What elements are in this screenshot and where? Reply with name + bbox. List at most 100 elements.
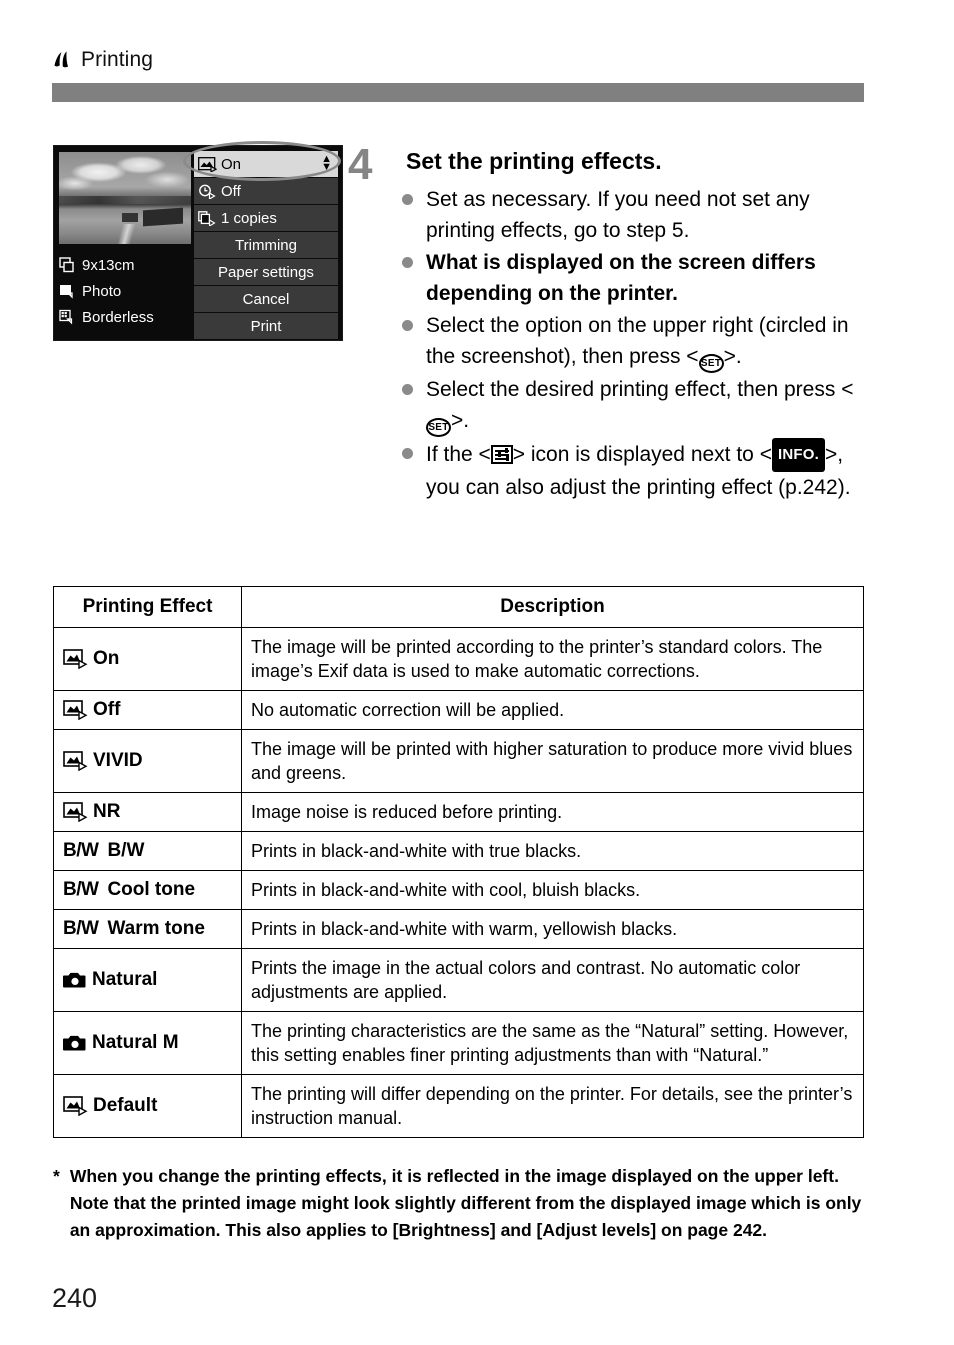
photo-effect-icon bbox=[63, 751, 88, 771]
lcd-menu-item-copies-label: 1 copies bbox=[221, 209, 277, 227]
bullet-text-part: >. bbox=[451, 409, 470, 432]
lcd-menu-item-paper-settings-label: Paper settings bbox=[218, 263, 314, 281]
bullet-dot-icon bbox=[402, 384, 413, 395]
bullet-text-part: Select the desired printing effect, then… bbox=[426, 378, 854, 401]
bullet-text: Set as necessary. If you need not set an… bbox=[426, 188, 810, 242]
effect-label: VIVID bbox=[93, 750, 143, 771]
bullet-item: Select the option on the upper right (ci… bbox=[402, 310, 868, 373]
lcd-layout-label: Borderless bbox=[82, 308, 154, 326]
footnote: * When you change the printing effects, … bbox=[53, 1163, 865, 1244]
step-number: 4 bbox=[348, 140, 373, 189]
bullet-dot-icon bbox=[402, 194, 413, 205]
lcd-menu-list: On ▲ ▼ Off 1 copies Trimming Paper setti… bbox=[194, 151, 338, 340]
effect-cell: Natural bbox=[53, 948, 242, 1012]
step-title: Set the printing effects. bbox=[406, 148, 662, 174]
lcd-updown-arrows-icon[interactable]: ▲ ▼ bbox=[321, 154, 332, 173]
table-row: NR Image noise is reduced before printin… bbox=[53, 792, 864, 832]
lcd-menu-item-printing-effect[interactable]: On ▲ ▼ bbox=[194, 151, 338, 177]
effect-label: Natural M bbox=[92, 1032, 179, 1053]
bw-mark-icon: B/W bbox=[63, 918, 99, 939]
lcd-left-settings-list: 9x13cm Photo Borderless bbox=[59, 252, 189, 330]
header-rule bbox=[52, 83, 864, 102]
effect-cell: B/W Cool tone bbox=[53, 870, 242, 910]
lcd-menu-item-paper-settings[interactable]: Paper settings bbox=[194, 259, 338, 285]
description-cell: Image noise is reduced before printing. bbox=[241, 792, 864, 832]
column-header-description: Description bbox=[241, 586, 864, 628]
camera-icon bbox=[63, 1035, 86, 1051]
lcd-menu-item-trimming[interactable]: Trimming bbox=[194, 232, 338, 258]
lcd-panel: 9x13cm Photo Borderless On ▲ ▼ Off 1 cop… bbox=[53, 145, 343, 341]
lcd-layout-row: Borderless bbox=[59, 304, 189, 330]
lcd-paper-size-row: 9x13cm bbox=[59, 252, 189, 278]
description-cell: Prints the image in the actual colors an… bbox=[241, 948, 864, 1012]
bullet-dot-icon bbox=[402, 257, 413, 268]
printer-flag-icon bbox=[52, 49, 74, 71]
lcd-image-preview bbox=[59, 152, 191, 244]
bullet-text-part: Select the option on the upper right (ci… bbox=[426, 314, 849, 368]
adjust-levels-icon bbox=[490, 445, 513, 464]
bullet-text: What is displayed on the screen differs … bbox=[426, 251, 816, 305]
bullet-text: Select the option on the upper right (ci… bbox=[426, 310, 868, 373]
description-cell: Prints in black-and-white with warm, yel… bbox=[241, 909, 864, 949]
table-row: On The image will be printed according t… bbox=[53, 627, 864, 691]
lcd-menu-item-printing-effect-label: On bbox=[221, 155, 242, 173]
footnote-text: When you change the printing effects, it… bbox=[69, 1166, 862, 1240]
table-row: Natural Prints the image in the actual c… bbox=[53, 948, 864, 1012]
set-button-icon: SET bbox=[426, 418, 451, 437]
description-cell: The printing characteristics are the sam… bbox=[241, 1011, 864, 1075]
column-header-printing-effect: Printing Effect bbox=[53, 586, 242, 628]
bullet-dot-icon bbox=[402, 320, 413, 331]
footnote-marker: * bbox=[53, 1166, 60, 1186]
page-header: Printing bbox=[52, 48, 153, 72]
table-header-row: Printing Effect Description bbox=[53, 586, 864, 628]
lcd-menu-item-trimming-label: Trimming bbox=[235, 236, 297, 254]
effect-label: B/W bbox=[107, 840, 145, 861]
table-row: Natural M The printing characteristics a… bbox=[53, 1011, 864, 1075]
lcd-menu-item-date[interactable]: Off bbox=[194, 178, 338, 204]
clock-date-icon bbox=[198, 184, 217, 199]
info-button-icon: INFO. bbox=[771, 438, 825, 472]
effect-cell: Natural M bbox=[53, 1011, 242, 1075]
bullet-item: Set as necessary. If you need not set an… bbox=[402, 184, 868, 246]
description-cell: The image will be printed with higher sa… bbox=[241, 729, 864, 793]
set-button-icon: SET bbox=[698, 354, 724, 373]
table-row: B/W Cool tone Prints in black-and-white … bbox=[53, 870, 864, 910]
description-cell: Prints in black-and-white with cool, blu… bbox=[241, 870, 864, 910]
lcd-menu-item-copies[interactable]: 1 copies bbox=[194, 205, 338, 231]
description-cell: Prints in black-and-white with true blac… bbox=[241, 831, 864, 871]
description-cell: No automatic correction will be applied. bbox=[241, 690, 864, 730]
photo-effect-icon bbox=[63, 700, 88, 720]
bullet-item: If the < > icon is displayed next to < INF… bbox=[402, 438, 868, 503]
effect-cell: NR bbox=[53, 792, 242, 832]
effect-cell: VIVID bbox=[53, 729, 242, 793]
preview-barn-secondary bbox=[122, 212, 139, 222]
paper-size-icon bbox=[59, 256, 74, 272]
lcd-menu-item-print[interactable]: Print bbox=[194, 313, 338, 339]
effect-label: NR bbox=[93, 801, 121, 822]
camera-icon bbox=[63, 972, 86, 988]
effect-label: On bbox=[93, 648, 120, 669]
photo-effect-icon bbox=[198, 156, 217, 172]
bw-mark-icon: B/W bbox=[63, 840, 99, 861]
effect-label: Off bbox=[93, 699, 121, 720]
effect-cell: Default bbox=[53, 1074, 242, 1138]
effect-label: Warm tone bbox=[107, 918, 205, 939]
bullet-text: Select the desired printing effect, then… bbox=[426, 374, 868, 437]
description-cell: The image will be printed according to t… bbox=[241, 627, 864, 691]
effect-label: Natural bbox=[92, 969, 158, 990]
bullet-text-part: > icon is displayed next to < bbox=[512, 443, 772, 466]
printing-effects-table: Printing Effect Description On The image… bbox=[53, 586, 864, 1138]
layout-borderless-icon bbox=[59, 309, 73, 324]
step-bullet-list: Set as necessary. If you need not set an… bbox=[402, 184, 868, 504]
effect-cell: Off bbox=[53, 690, 242, 730]
table-row: Default The printing will differ dependi… bbox=[53, 1074, 864, 1138]
effect-cell: B/W Warm tone bbox=[53, 909, 242, 949]
effect-label: Default bbox=[93, 1095, 158, 1116]
lcd-menu-item-cancel[interactable]: Cancel bbox=[194, 286, 338, 312]
effect-cell: B/W B/W bbox=[53, 831, 242, 871]
photo-effect-icon bbox=[63, 1096, 88, 1116]
paper-type-icon bbox=[60, 284, 73, 299]
lcd-menu-item-print-label: Print bbox=[250, 317, 282, 335]
page-header-title: Printing bbox=[81, 48, 154, 71]
lcd-paper-type-label: Photo bbox=[82, 282, 122, 300]
